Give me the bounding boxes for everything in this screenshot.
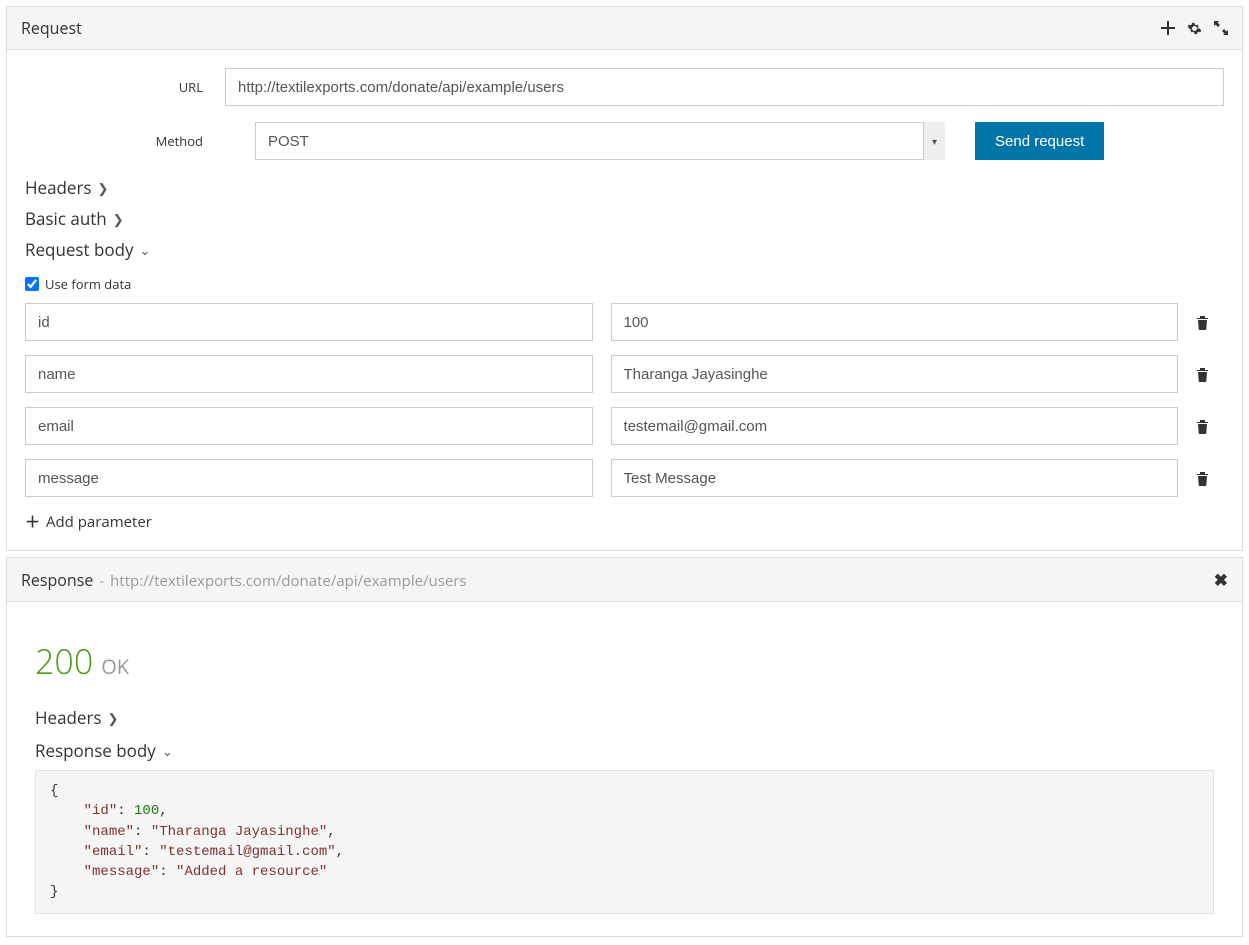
params-list [25, 303, 1224, 497]
send-request-button[interactable]: Send request [975, 122, 1104, 160]
headers-section-label: Headers [25, 176, 92, 199]
param-row [25, 459, 1224, 497]
chevron-down-icon: ⌄ [140, 241, 151, 259]
request-panel: Request URL Method POST ▾ [6, 6, 1243, 551]
response-panel: Response - http://textilexports.com/dona… [6, 557, 1243, 937]
status-code: 200 [35, 638, 93, 684]
response-separator: - [99, 571, 104, 591]
response-url: http://textilexports.com/donate/api/exam… [110, 571, 466, 591]
plus-icon[interactable] [1161, 21, 1175, 35]
method-row: Method POST ▾ Send request [25, 122, 1224, 160]
add-parameter-label: Add parameter [46, 512, 152, 532]
method-select[interactable]: POST [255, 122, 945, 160]
param-value-input[interactable] [611, 407, 1179, 445]
plus-icon: ＋ [25, 511, 40, 532]
param-row [25, 303, 1224, 341]
close-icon[interactable]: ✖ [1214, 568, 1228, 591]
response-header: Response - http://textilexports.com/dona… [7, 558, 1242, 602]
chevron-right-icon: ❯ [98, 179, 109, 197]
param-key-input[interactable] [25, 355, 593, 393]
status-line: 200 OK [35, 638, 1214, 684]
status-text: OK [101, 653, 129, 680]
param-value-input[interactable] [611, 459, 1179, 497]
chevron-right-icon: ❯ [108, 709, 119, 727]
request-header-actions [1161, 21, 1228, 36]
url-row: URL [25, 68, 1224, 106]
use-form-data-label: Use form data [45, 275, 131, 293]
response-headers-toggle[interactable]: Headers ❯ [35, 706, 1214, 729]
param-key-input[interactable] [25, 407, 593, 445]
chevron-right-icon: ❯ [113, 210, 124, 228]
request-panel-title: Request [21, 17, 82, 39]
url-input[interactable] [225, 68, 1224, 106]
url-label: URL [25, 78, 225, 96]
trash-icon[interactable] [1196, 315, 1224, 330]
use-form-data-row[interactable]: Use form data [25, 275, 1224, 293]
request-body-section-label: Request body [25, 238, 134, 261]
response-headers-label: Headers [35, 706, 102, 729]
request-body-section-toggle[interactable]: Request body ⌄ [25, 238, 1224, 261]
expand-icon[interactable] [1214, 21, 1228, 35]
basic-auth-section-label: Basic auth [25, 207, 107, 230]
gear-icon[interactable] [1187, 21, 1202, 36]
param-row [25, 407, 1224, 445]
param-key-input[interactable] [25, 303, 593, 341]
response-body-label: Response body [35, 739, 156, 762]
request-body-area: URL Method POST ▾ Send request Headers ❯… [7, 50, 1242, 550]
response-json-block: { "id": 100, "name": "Tharanga Jayasingh… [35, 770, 1214, 914]
param-value-input[interactable] [611, 303, 1179, 341]
method-label: Method [25, 132, 225, 150]
method-select-wrap: POST ▾ [255, 122, 945, 160]
chevron-down-icon: ⌄ [162, 742, 173, 760]
basic-auth-section-toggle[interactable]: Basic auth ❯ [25, 207, 1224, 230]
add-parameter-button[interactable]: ＋ Add parameter [25, 511, 1224, 532]
response-body-area: 200 OK Headers ❯ Response body ⌄ { "id":… [7, 602, 1242, 936]
param-value-input[interactable] [611, 355, 1179, 393]
headers-section-toggle[interactable]: Headers ❯ [25, 176, 1224, 199]
trash-icon[interactable] [1196, 419, 1224, 434]
trash-icon[interactable] [1196, 367, 1224, 382]
trash-icon[interactable] [1196, 471, 1224, 486]
param-row [25, 355, 1224, 393]
use-form-data-checkbox[interactable] [25, 277, 39, 291]
request-header: Request [7, 7, 1242, 50]
response-body-toggle[interactable]: Response body ⌄ [35, 739, 1214, 762]
param-key-input[interactable] [25, 459, 593, 497]
response-panel-title: Response [21, 569, 93, 591]
